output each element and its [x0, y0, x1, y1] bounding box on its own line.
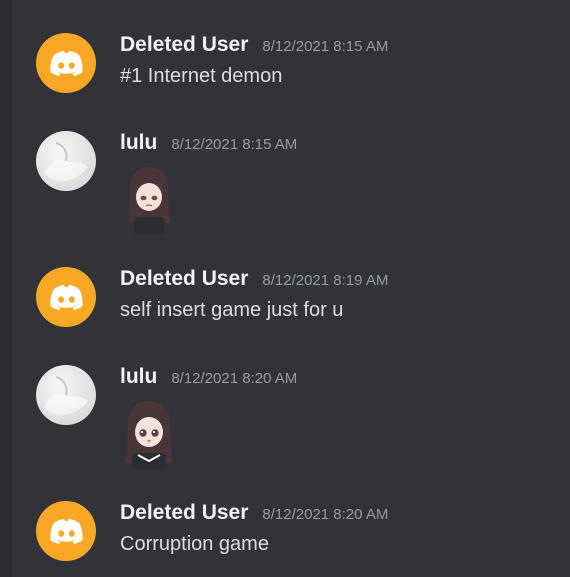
username[interactable]: Deleted User	[120, 501, 248, 525]
timestamp: 8/12/2021 8:20 AM	[171, 370, 298, 387]
username[interactable]: lulu	[120, 365, 157, 389]
message-text: Corruption game	[120, 533, 269, 555]
message-header: Deleted User 8/12/2021 8:15 AM	[120, 33, 550, 59]
message-text: #1 Internet demon	[120, 65, 283, 87]
message-header: Deleted User 8/12/2021 8:19 AM	[120, 267, 550, 293]
timestamp: 8/12/2021 8:20 AM	[262, 506, 389, 523]
message-content: Deleted User 8/12/2021 8:19 AM self inse…	[120, 267, 550, 322]
message-content: Deleted User 8/12/2021 8:15 AM #1 Intern…	[120, 33, 550, 88]
message-header: Deleted User 8/12/2021 8:20 AM	[120, 501, 550, 527]
discord-logo-icon[interactable]	[36, 267, 96, 327]
message-text: self insert game just for u	[120, 299, 344, 321]
anime-girl-sticker[interactable]	[120, 163, 178, 237]
timestamp: 8/12/2021 8:15 AM	[262, 38, 389, 55]
username[interactable]: Deleted User	[120, 267, 248, 291]
discord-logo-icon[interactable]	[36, 501, 96, 561]
message-content: Deleted User 8/12/2021 8:20 AM Corruptio…	[120, 501, 550, 556]
message-header: lulu 8/12/2021 8:15 AM	[120, 131, 550, 157]
timestamp: 8/12/2021 8:19 AM	[262, 272, 389, 289]
message-header: lulu 8/12/2021 8:20 AM	[120, 365, 550, 391]
lulu-avatar[interactable]	[36, 365, 96, 425]
anime-girl-sticker[interactable]	[120, 397, 178, 471]
sidebar-edge	[0, 0, 12, 577]
message-content: lulu 8/12/2021 8:15 AM	[120, 131, 550, 237]
chat-view: Deleted User 8/12/2021 8:15 AM #1 Intern…	[0, 0, 570, 577]
username[interactable]: lulu	[120, 131, 157, 155]
message-content: lulu 8/12/2021 8:20 AM	[120, 365, 550, 471]
discord-logo-icon[interactable]	[36, 33, 96, 93]
username[interactable]: Deleted User	[120, 33, 248, 57]
timestamp: 8/12/2021 8:15 AM	[171, 136, 298, 153]
lulu-avatar[interactable]	[36, 131, 96, 191]
